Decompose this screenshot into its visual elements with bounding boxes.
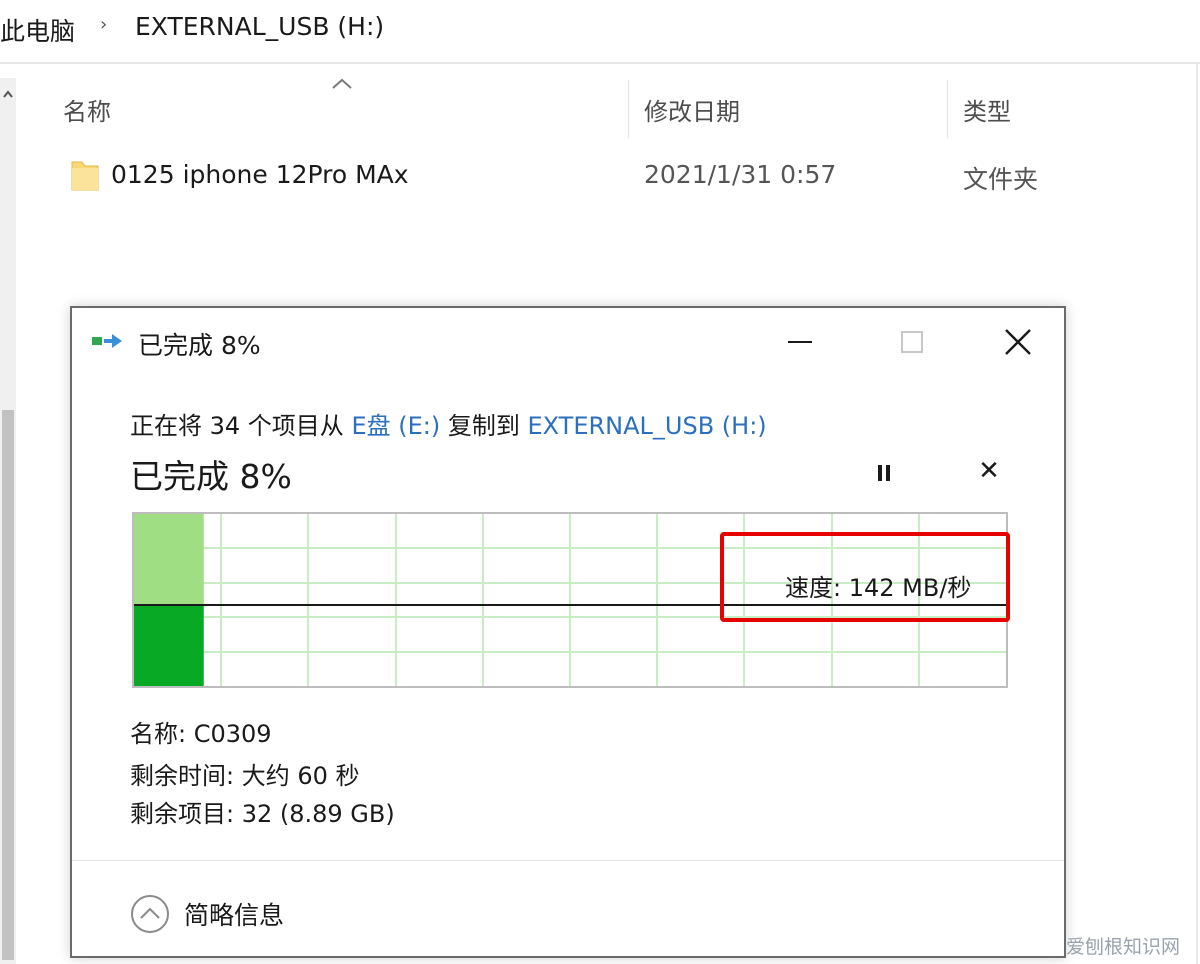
speed-highlight-box <box>720 532 1010 622</box>
close-icon[interactable] <box>998 322 1038 362</box>
watermark-text: 爱刨根知识网 <box>1066 936 1181 958</box>
column-divider[interactable] <box>947 80 948 138</box>
breadcrumb-chevron-icon[interactable]: › <box>100 14 107 35</box>
maximize-icon[interactable] <box>892 322 932 362</box>
collapse-chevron-up-icon[interactable] <box>130 894 170 934</box>
less-details-button[interactable]: 简略信息 <box>184 896 284 932</box>
progress-fill-light <box>134 514 204 605</box>
column-header-name[interactable]: 名称 <box>63 92 111 127</box>
progress-fill <box>134 605 204 686</box>
sort-ascending-icon <box>332 78 352 89</box>
copy-description-middle: 复制到 <box>440 412 528 440</box>
column-header-type[interactable]: 类型 <box>963 92 1011 127</box>
column-header-modified[interactable]: 修改日期 <box>644 92 740 127</box>
progress-heading: 已完成 8% <box>130 457 292 496</box>
dialog-title: 已完成 8% <box>138 331 261 360</box>
breadcrumb-current-drive[interactable]: EXTERNAL_USB (H:) <box>135 12 384 41</box>
address-bar: 此电脑 › EXTERNAL_USB (H:) <box>0 0 1200 64</box>
copy-description: 正在将 34 个项目从 E盘 (E:) 复制到 EXTERNAL_USB (H:… <box>130 406 767 441</box>
time-remaining: 剩余时间: 大约 60 秒 <box>130 762 360 790</box>
items-remaining: 剩余项目: 32 (8.89 GB) <box>130 800 395 828</box>
scroll-up-arrow-icon[interactable] <box>1 88 15 102</box>
minimize-icon[interactable] <box>780 322 820 362</box>
cancel-copy-button[interactable]: ✕ <box>974 456 1004 486</box>
pause-icon[interactable] <box>870 458 898 488</box>
column-divider[interactable] <box>628 80 629 138</box>
scrollbar-thumb[interactable] <box>2 410 14 960</box>
file-name[interactable]: 0125 iphone 12Pro MAx <box>111 160 409 189</box>
copy-description-prefix: 正在将 34 个项目从 <box>130 412 352 440</box>
breadcrumb-this-pc[interactable]: 此电脑 <box>0 12 75 48</box>
destination-drive-link[interactable]: EXTERNAL_USB (H:) <box>527 412 766 440</box>
pane-edge <box>1196 64 1198 964</box>
source-drive-link[interactable]: E盘 (E:) <box>351 412 440 440</box>
footer-divider <box>72 860 1064 861</box>
folder-icon <box>71 161 99 191</box>
file-modified: 2021/1/31 0:57 <box>644 160 837 189</box>
file-type: 文件夹 <box>963 165 1039 194</box>
copy-progress-dialog: 已完成 8% 正在将 34 个项目从 E盘 (E:) 复制到 EXTERNAL_… <box>70 306 1066 958</box>
current-file-name: 名称: C0309 <box>130 720 272 748</box>
copy-transfer-icon <box>92 334 122 348</box>
